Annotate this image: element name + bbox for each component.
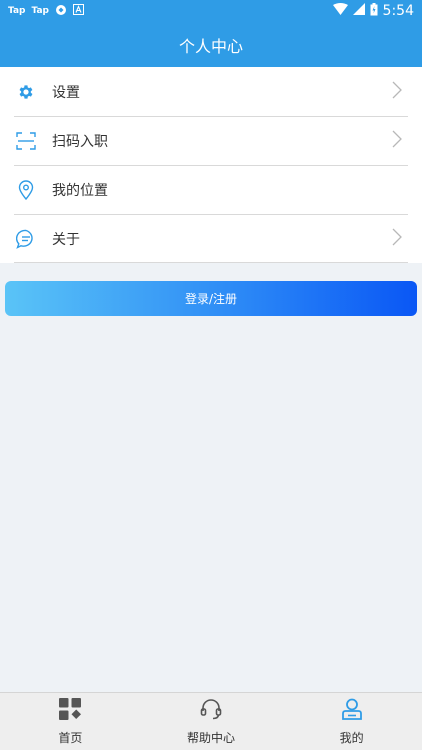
menu-item-about[interactable]: 关于 <box>0 214 422 263</box>
gear-icon <box>16 82 36 102</box>
wifi-icon <box>332 3 348 19</box>
tab-label-help-center: 帮助中心 <box>187 731 236 745</box>
menu-label-my-location: 我的位置 <box>52 182 108 199</box>
page-title: 个人中心 <box>178 36 243 56</box>
tab-help-center[interactable]: 帮助中心 <box>141 693 282 750</box>
tab-home[interactable]: 首页 <box>0 693 141 750</box>
status-right: 5:54 <box>332 2 414 20</box>
sync-icon <box>55 4 67 19</box>
chat-bubble-icon <box>16 229 36 249</box>
menu-label-about: 关于 <box>52 231 80 248</box>
user-profile-icon <box>340 697 364 725</box>
status-time: 5:54 <box>382 3 414 19</box>
menu-list: 设置 扫码入职 我的位置 关于 <box>0 67 422 263</box>
status-bar: Tap Tap 5:54 <box>0 0 422 22</box>
notification-tap-2: Tap <box>31 6 50 16</box>
menu-item-settings[interactable]: 设置 <box>0 67 422 116</box>
chevron-right-icon <box>392 130 402 152</box>
chevron-right-icon <box>392 228 402 250</box>
battery-icon <box>370 2 378 20</box>
headset-icon <box>199 697 223 725</box>
bottom-tab-bar: 首页 帮助中心 我的 <box>0 692 422 750</box>
menu-label-scan-onboarding: 扫码入职 <box>52 133 108 150</box>
location-pin-icon <box>16 179 36 200</box>
notification-tap-1: Tap <box>8 6 26 16</box>
chevron-right-icon <box>392 81 402 103</box>
scan-icon <box>16 131 36 151</box>
a-app-icon <box>73 4 84 18</box>
signal-icon <box>352 3 365 19</box>
login-register-button[interactable]: 登录/注册 <box>5 281 417 316</box>
home-grid-icon <box>58 697 82 725</box>
menu-item-my-location[interactable]: 我的位置 <box>0 165 422 214</box>
tab-label-home: 首页 <box>58 731 83 745</box>
menu-item-scan-onboarding[interactable]: 扫码入职 <box>0 116 422 165</box>
tab-label-mine: 我的 <box>339 731 364 745</box>
status-left: Tap Tap <box>8 4 84 19</box>
tab-mine[interactable]: 我的 <box>281 693 422 750</box>
menu-label-settings: 设置 <box>52 84 80 101</box>
app-bar: 个人中心 <box>0 22 422 67</box>
